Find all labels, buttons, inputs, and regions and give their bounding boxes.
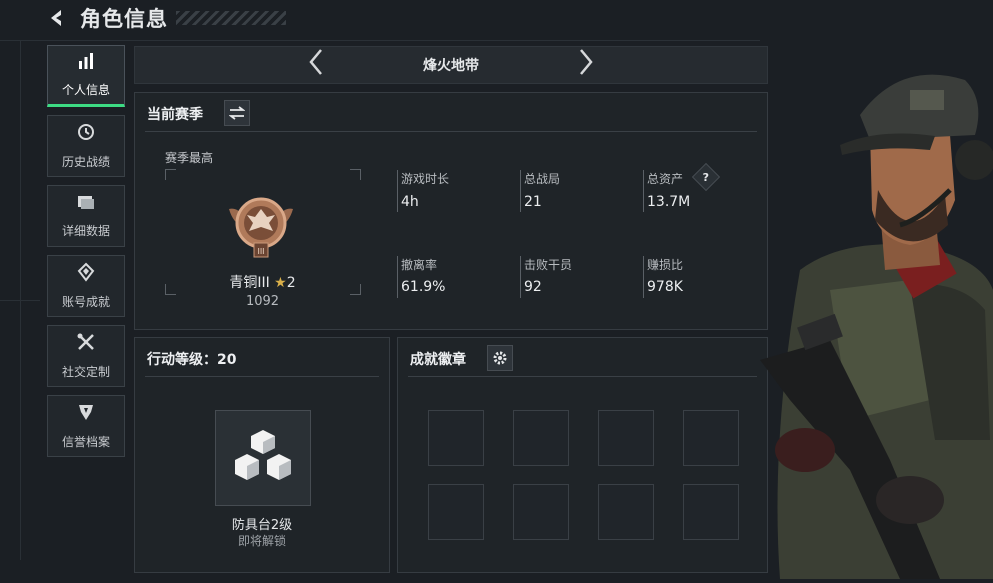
season-title: 当前赛季 — [147, 107, 203, 123]
map-selector: 烽火地带 — [134, 46, 768, 84]
sidebar: 个人信息 历史战绩 详细数据 账号成就 社交定制 信誉档案 — [47, 45, 125, 465]
action-level-panel: 行动等级：20 防具台2级 即将解锁 — [134, 337, 390, 573]
stat-label: 总战局 — [524, 172, 561, 186]
operator-character — [760, 40, 993, 579]
sidebar-item-history[interactable]: 历史战绩 — [47, 115, 125, 177]
chevron-left-icon[interactable] — [301, 48, 331, 82]
divider — [145, 376, 379, 377]
badges-panel: 成就徽章 — [397, 337, 768, 573]
workbench-status: 即将解锁 — [237, 534, 286, 548]
sidebar-item-details[interactable]: 详细数据 — [47, 185, 125, 247]
shield-icon — [76, 402, 96, 427]
rank-score: 1092 — [245, 294, 280, 309]
workbench-name: 防具台2级 — [231, 518, 293, 533]
sidebar-item-label: 信誉档案 — [61, 435, 110, 449]
season-panel: 当前赛季 赛季最高 III 青铜III ★2 1092 游戏时长 4h 总战局 … — [134, 92, 768, 330]
back-icon[interactable] — [44, 5, 70, 31]
stat-label: 撤离率 — [401, 258, 438, 272]
badge-slot[interactable] — [428, 484, 484, 540]
badge-slot[interactable] — [683, 484, 739, 540]
stat-separator — [397, 170, 398, 212]
bg-grid-line — [0, 40, 760, 41]
svg-text:III: III — [257, 247, 264, 256]
stat-value: 92 — [524, 279, 542, 295]
title-decoration — [176, 11, 286, 25]
folder-icon — [76, 193, 96, 216]
sidebar-item-label: 详细数据 — [61, 224, 110, 238]
bg-grid-line — [20, 40, 21, 560]
stat-label: 赚损比 — [647, 258, 684, 272]
divider — [408, 376, 757, 377]
stat-value: 13.7M — [647, 194, 691, 210]
badge-slot[interactable] — [598, 484, 654, 540]
stat-label: 游戏时长 — [401, 172, 450, 186]
stat-value: 4h — [401, 194, 419, 210]
help-icon[interactable]: ? — [691, 162, 721, 192]
rank-name-row: 青铜III ★2 — [165, 272, 360, 292]
rank-stars: 2 — [286, 275, 296, 291]
sidebar-item-social[interactable]: 社交定制 — [47, 325, 125, 387]
frame-corner — [165, 169, 176, 180]
swap-icon[interactable] — [224, 100, 250, 126]
rank-emblem-icon: III — [223, 187, 299, 263]
badges-title: 成就徽章 — [410, 352, 466, 368]
badge-slot[interactable] — [598, 410, 654, 466]
gear-icon[interactable] — [487, 345, 513, 371]
sidebar-item-label: 账号成就 — [61, 295, 110, 309]
badge-slot[interactable] — [683, 410, 739, 466]
sidebar-item-label: 历史战绩 — [61, 155, 110, 169]
rank-name: 青铜III — [229, 275, 270, 291]
page-title: 角色信息 — [80, 7, 168, 31]
sidebar-item-label: 个人信息 — [61, 83, 110, 97]
stat-separator — [397, 256, 398, 298]
sidebar-item-profile[interactable]: 个人信息 — [47, 45, 125, 107]
tools-icon — [76, 332, 96, 357]
frame-corner — [350, 169, 361, 180]
stat-separator — [520, 256, 521, 298]
stat-separator — [643, 170, 644, 212]
workbench-item[interactable] — [215, 410, 311, 506]
sidebar-item-achievements[interactable]: 账号成就 — [47, 255, 125, 317]
stat-label: 击败干员 — [524, 258, 573, 272]
badge-slot[interactable] — [513, 484, 569, 540]
stat-value: 21 — [524, 194, 542, 210]
history-icon — [76, 122, 96, 147]
stat-value: 978K — [647, 279, 683, 295]
badge-slot[interactable] — [428, 410, 484, 466]
sidebar-item-reputation[interactable]: 信誉档案 — [47, 395, 125, 457]
stat-value: 61.9% — [401, 279, 446, 295]
sidebar-item-label: 社交定制 — [61, 365, 110, 379]
header: 角色信息 — [44, 4, 286, 32]
map-name: 烽火地带 — [423, 58, 479, 74]
cubes-icon — [235, 430, 291, 480]
divider — [145, 131, 757, 132]
season-best-label: 赛季最高 — [165, 151, 214, 165]
chevron-right-icon[interactable] — [571, 48, 601, 82]
achievement-icon — [76, 262, 96, 287]
bar-chart-icon — [76, 52, 96, 75]
action-level-title: 行动等级：20 — [147, 352, 237, 368]
badge-slot[interactable] — [513, 410, 569, 466]
stat-separator — [643, 256, 644, 298]
stat-separator — [520, 170, 521, 212]
help-icon-glyph: ? — [702, 170, 710, 184]
star-icon: ★ — [274, 275, 287, 291]
stat-label: 总资产 — [647, 172, 684, 186]
